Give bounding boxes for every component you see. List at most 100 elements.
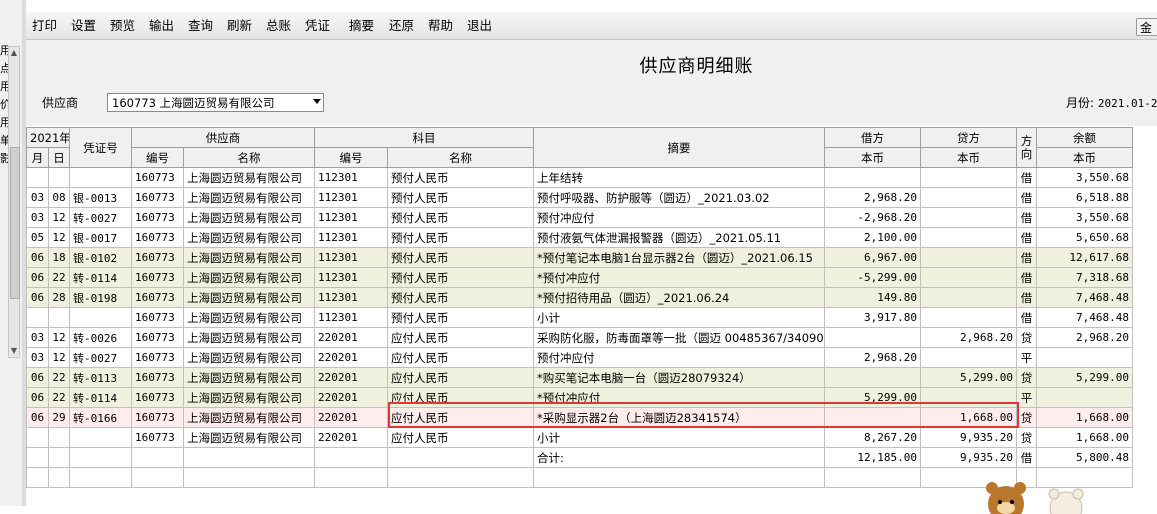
cell-subject-code: 220201	[314, 347, 388, 368]
left-panel-text: 用点用价用单影	[0, 42, 8, 168]
left-panel-fragment: 用	[0, 80, 8, 93]
cell-empty	[131, 467, 184, 488]
left-panel-fragment: 价	[0, 98, 8, 111]
cell-supplier-name: 上海圆迈贸易有限公司	[183, 187, 315, 208]
table-row[interactable]: 06 22 转-0113 160773 上海圆迈贸易有限公司 220201 应付人民币 *购买…	[26, 367, 1133, 388]
settings-button[interactable]: 设置	[68, 16, 99, 36]
cell-supplier-name: 上海圆迈贸易有限公司	[183, 247, 315, 268]
table-row[interactable]: 06 22 转-0114 160773 上海圆迈贸易有限公司 220201 应付人民币 *预付…	[26, 387, 1133, 408]
scroll-up-arrow-icon[interactable]: ▲	[9, 47, 19, 59]
cell-voucher: 转-0027	[69, 347, 132, 368]
query-button[interactable]: 查询	[185, 16, 216, 36]
cell-summary: *采购显示器2台（上海圆迈28341574）	[533, 407, 825, 428]
table-row[interactable]: 05 12 银-0017 160773 上海圆迈贸易有限公司 112301 预付人民币 预付液…	[26, 227, 1133, 248]
cell-summary: 预付液氨气体泄漏报警器（圆迈）_2021.05.11	[533, 227, 825, 248]
cell-month	[26, 427, 49, 448]
left-panel-scrollbar[interactable]: ▲ ▼	[8, 46, 20, 358]
table-row[interactable]: 03 08 银-0013 160773 上海圆迈贸易有限公司 112301 预付人民币 预付呼…	[26, 187, 1133, 208]
supplier-dropdown[interactable]: 160773 上海圆迈贸易有限公司	[107, 93, 324, 112]
cell-subject-name: 应付人民币	[387, 427, 534, 448]
cell-month: 03	[26, 207, 49, 228]
cell-supplier-name: 上海圆迈贸易有限公司	[183, 287, 315, 308]
exit-button[interactable]: 退出	[464, 16, 495, 36]
table-row[interactable]: 06 22 转-0114 160773 上海圆迈贸易有限公司 112301 预付人民币 *预付…	[26, 267, 1133, 288]
export-button[interactable]: 输出	[146, 16, 177, 36]
cell-supplier-code: 160773	[131, 207, 184, 228]
scroll-down-arrow-icon[interactable]: ▼	[9, 345, 19, 357]
cell-direction: 借	[1016, 187, 1037, 208]
balance-header: 余额	[1036, 127, 1133, 148]
toolbar: 打印 设置 预览 输出 查询 刷新 总账 凭证 摘要 还原 帮助 退出 金额	[26, 12, 1157, 40]
print-button[interactable]: 打印	[29, 16, 60, 36]
cell-debit: 2,968.20	[824, 347, 921, 368]
table-row[interactable]: 06 18 银-0102 160773 上海圆迈贸易有限公司 112301 预付人民币 *预付…	[26, 247, 1133, 268]
preview-button[interactable]: 预览	[107, 16, 138, 36]
cell-balance: 7,468.48	[1036, 287, 1133, 308]
cell-day: 29	[48, 407, 70, 428]
cell-day: 12	[48, 207, 70, 228]
cell-summary: 预付冲应付	[533, 207, 825, 228]
cell-supplier-code: 160773	[131, 267, 184, 288]
table-row[interactable]: 06 29 转-0166 160773 上海圆迈贸易有限公司 220201 应付人民币 *采购…	[26, 407, 1133, 428]
subject-name-header: 名称	[387, 147, 534, 168]
cell-credit	[920, 187, 1017, 208]
cell-subject-name: 应付人民币	[387, 387, 534, 408]
left-panel-fragment: 用	[0, 116, 8, 129]
cell-summary: 上年结转	[533, 167, 825, 188]
table-row[interactable]: 160773 上海圆迈贸易有限公司 112301 预付人民币 上年结转 借 3,550.68	[26, 167, 1133, 188]
cell-balance: 5,299.00	[1036, 367, 1133, 388]
cell-debit: -2,968.20	[824, 207, 921, 228]
left-panel-fragment: 用	[0, 44, 8, 57]
table-row[interactable]: 03 12 转-0026 160773 上海圆迈贸易有限公司 220201 应付人民币 采购防…	[26, 327, 1133, 348]
cell-debit: 2,100.00	[824, 227, 921, 248]
cell-subject-code: 112301	[314, 267, 388, 288]
scrollbar-thumb[interactable]	[10, 147, 20, 299]
cell-empty	[314, 467, 388, 488]
cell-supplier-name: 上海圆迈贸易有限公司	[183, 387, 315, 408]
help-button[interactable]: 帮助	[425, 16, 456, 36]
cell-voucher: 银-0017	[69, 227, 132, 248]
table-row[interactable]: 06 28 银-0198 160773 上海圆迈贸易有限公司 112301 预付人民币 *预付…	[26, 287, 1133, 308]
general-ledger-button[interactable]: 总账	[263, 16, 294, 36]
cell-supplier-name: 上海圆迈贸易有限公司	[183, 267, 315, 288]
subject-code-header: 编号	[314, 147, 388, 168]
cell-voucher: 银-0198	[69, 287, 132, 308]
cell-empty	[26, 467, 49, 488]
cell-debit: 12,185.00	[824, 447, 921, 468]
summary-button[interactable]: 摘要	[346, 16, 377, 36]
cell-day	[48, 307, 70, 328]
amount-format-button[interactable]: 金额	[1136, 18, 1157, 36]
cell-month	[26, 307, 49, 328]
cell-subject-name: 预付人民币	[387, 227, 534, 248]
table-row[interactable]: 03 12 转-0027 160773 上海圆迈贸易有限公司 112301 预付人民币 预付冲…	[26, 207, 1133, 228]
table-row[interactable]: 合计: 12,185.00 9,935.20 借 5,800.48	[26, 447, 1133, 468]
supplier-dropdown-value: 160773 上海圆迈贸易有限公司	[112, 96, 275, 110]
cell-subject-name: 应付人民币	[387, 327, 534, 348]
cell-debit	[824, 407, 921, 428]
cell-balance: 1,668.00	[1036, 427, 1133, 448]
voucher-button[interactable]: 凭证	[302, 16, 333, 36]
cell-supplier-code: 160773	[131, 387, 184, 408]
chevron-down-icon[interactable]	[313, 99, 321, 104]
table-row[interactable]: 160773 上海圆迈贸易有限公司 220201 应付人民币 小计 8,267.20 9,9…	[26, 427, 1133, 448]
restore-button[interactable]: 还原	[386, 16, 417, 36]
cell-voucher: 转-0027	[69, 207, 132, 228]
cell-direction: 借	[1016, 207, 1037, 228]
cell-month: 06	[26, 407, 49, 428]
cell-credit	[920, 307, 1017, 328]
table-row[interactable]: 03 12 转-0027 160773 上海圆迈贸易有限公司 220201 应付人民币 预付冲…	[26, 347, 1133, 368]
cell-month: 06	[26, 247, 49, 268]
cell-debit	[824, 167, 921, 188]
cell-summary: 小计	[533, 307, 825, 328]
cell-summary: 预付冲应付	[533, 347, 825, 368]
refresh-button[interactable]: 刷新	[224, 16, 255, 36]
supplier-name-header: 名称	[183, 147, 315, 168]
cell-day	[48, 427, 70, 448]
cell-voucher	[69, 447, 132, 468]
month-header: 月	[26, 147, 49, 168]
cell-debit: 149.80	[824, 287, 921, 308]
cell-supplier-name: 上海圆迈贸易有限公司	[183, 307, 315, 328]
cell-day	[48, 167, 70, 188]
table-row[interactable]: 160773 上海圆迈贸易有限公司 112301 预付人民币 小计 3,917.80 借 7,…	[26, 307, 1133, 328]
cell-supplier-code: 160773	[131, 247, 184, 268]
